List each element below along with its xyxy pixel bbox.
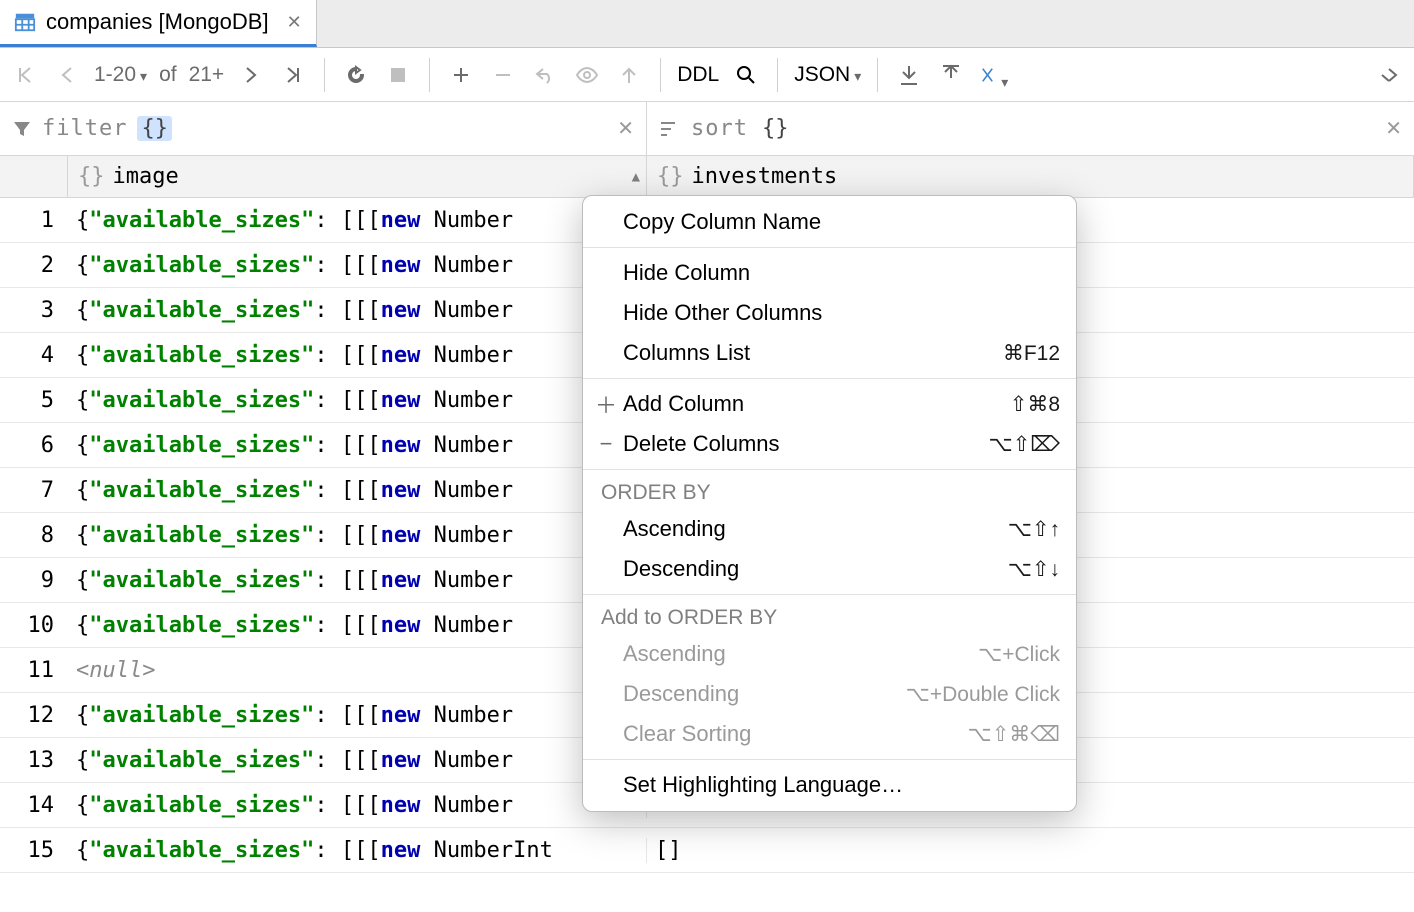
sort-value: {} — [758, 116, 793, 141]
import-icon[interactable] — [936, 60, 966, 90]
row-number: 15 — [0, 838, 68, 863]
cell-image[interactable]: {"available_sizes": [[[new Number — [68, 478, 647, 503]
first-page-icon[interactable] — [10, 60, 40, 90]
row-number: 1 — [0, 208, 68, 233]
row-number: 9 — [0, 568, 68, 593]
row-number: 5 — [0, 388, 68, 413]
filter-value: {} — [137, 116, 172, 141]
remove-row-icon[interactable] — [488, 60, 518, 90]
table-row[interactable]: 15{"available_sizes": [[[new NumberInt[] — [0, 828, 1414, 873]
menu-section-order-by: ORDER BY — [583, 475, 1076, 509]
cell-investments[interactable]: [] — [647, 838, 1414, 863]
menu-add-column[interactable]: ＋Add Column⇧⌘8 — [583, 384, 1076, 424]
refresh-icon[interactable] — [341, 60, 371, 90]
add-row-icon[interactable] — [446, 60, 476, 90]
toolbar: 1-20▾ of 21+ DDL JSON▾ ▾ — [0, 48, 1414, 102]
column-name: image — [113, 164, 179, 189]
column-header-investments[interactable]: {} investments — [647, 156, 1414, 197]
cell-image[interactable]: {"available_sizes": [[[new Number — [68, 703, 647, 728]
row-number: 6 — [0, 433, 68, 458]
page-of-label: of — [159, 63, 177, 87]
cell-image[interactable]: <null> — [68, 658, 647, 683]
cell-image[interactable]: {"available_sizes": [[[new Number — [68, 793, 647, 818]
column-header-row: {} image ▲ {} investments — [0, 156, 1414, 198]
sort-icon — [659, 120, 681, 138]
menu-add-order-asc: Ascending⌥+Click — [583, 634, 1076, 674]
editor-tab[interactable]: companies [MongoDB] ✕ — [0, 0, 317, 47]
close-icon[interactable]: ✕ — [279, 12, 302, 33]
plus-icon: ＋ — [595, 388, 617, 420]
cell-image[interactable]: {"available_sizes": [[[new Number — [68, 298, 647, 323]
prev-page-icon[interactable] — [52, 60, 82, 90]
row-number: 11 — [0, 658, 68, 683]
menu-copy-column-name[interactable]: Copy Column Name — [583, 202, 1076, 242]
filter-sort-bar: filter {} ✕ sort {} ✕ — [0, 102, 1414, 156]
cell-image[interactable]: {"available_sizes": [[[new Number — [68, 568, 647, 593]
cell-image[interactable]: {"available_sizes": [[[new Number — [68, 208, 647, 233]
column-context-menu: Copy Column Name Hide Column Hide Other … — [582, 195, 1077, 812]
cell-image[interactable]: {"available_sizes": [[[new Number — [68, 523, 647, 548]
sort-indicator-icon: ▲ — [632, 169, 640, 185]
braces-icon: {} — [657, 164, 684, 189]
row-number-header[interactable] — [0, 156, 68, 197]
braces-icon: {} — [78, 164, 105, 189]
revert-icon[interactable] — [530, 60, 560, 90]
column-header-image[interactable]: {} image ▲ — [68, 156, 647, 197]
menu-clear-sorting: Clear Sorting⌥⇧⌘⌫ — [583, 714, 1076, 754]
ddl-button[interactable]: DDL — [677, 63, 719, 87]
search-icon[interactable] — [731, 60, 761, 90]
sort-box[interactable]: sort {} ✕ — [647, 102, 1414, 155]
menu-add-order-desc: Descending⌥+Double Click — [583, 674, 1076, 714]
page-range[interactable]: 1-20▾ — [94, 63, 147, 87]
menu-columns-list[interactable]: Columns List⌘F12 — [583, 333, 1076, 373]
overflow-icon[interactable] — [1374, 60, 1404, 90]
tab-bar: companies [MongoDB] ✕ — [0, 0, 1414, 48]
stop-icon[interactable] — [383, 60, 413, 90]
cell-image[interactable]: {"available_sizes": [[[new NumberInt — [68, 838, 647, 863]
tab-title: companies [MongoDB] — [46, 9, 269, 35]
row-number: 7 — [0, 478, 68, 503]
cell-image[interactable]: {"available_sizes": [[[new Number — [68, 343, 647, 368]
menu-delete-columns[interactable]: −Delete Columns⌥⇧⌦ — [583, 424, 1076, 464]
cell-image[interactable]: {"available_sizes": [[[new Number — [68, 388, 647, 413]
sort-label: sort — [691, 116, 748, 141]
next-page-icon[interactable] — [236, 60, 266, 90]
menu-order-asc[interactable]: Ascending⌥⇧↑ — [583, 509, 1076, 549]
menu-section-add-order-by: Add to ORDER BY — [583, 600, 1076, 634]
row-number: 4 — [0, 343, 68, 368]
minus-icon: − — [595, 431, 617, 457]
menu-order-desc[interactable]: Descending⌥⇧↓ — [583, 549, 1076, 589]
table-icon — [14, 11, 36, 33]
page-total: 21+ — [189, 63, 225, 87]
export-icon[interactable] — [894, 60, 924, 90]
row-number: 12 — [0, 703, 68, 728]
row-number: 10 — [0, 613, 68, 638]
compare-icon[interactable]: ▾ — [978, 60, 1008, 90]
submit-icon[interactable] — [614, 60, 644, 90]
cell-image[interactable]: {"available_sizes": [[[new Number — [68, 253, 647, 278]
menu-hide-other-columns[interactable]: Hide Other Columns — [583, 293, 1076, 333]
row-number: 14 — [0, 793, 68, 818]
clear-filter-icon[interactable]: ✕ — [617, 116, 634, 141]
filter-label: filter — [42, 116, 127, 141]
row-number: 2 — [0, 253, 68, 278]
cell-image[interactable]: {"available_sizes": [[[new Number — [68, 748, 647, 773]
menu-set-highlighting-language[interactable]: Set Highlighting Language… — [583, 765, 1076, 805]
preview-icon[interactable] — [572, 60, 602, 90]
cell-image[interactable]: {"available_sizes": [[[new Number — [68, 433, 647, 458]
filter-box[interactable]: filter {} ✕ — [0, 102, 647, 155]
row-number: 3 — [0, 298, 68, 323]
clear-sort-icon[interactable]: ✕ — [1385, 116, 1402, 141]
last-page-icon[interactable] — [278, 60, 308, 90]
filter-icon — [12, 119, 32, 139]
column-name: investments — [692, 164, 838, 189]
menu-hide-column[interactable]: Hide Column — [583, 253, 1076, 293]
cell-image[interactable]: {"available_sizes": [[[new Number — [68, 613, 647, 638]
row-number: 13 — [0, 748, 68, 773]
row-number: 8 — [0, 523, 68, 548]
format-dropdown[interactable]: JSON▾ — [794, 63, 861, 87]
